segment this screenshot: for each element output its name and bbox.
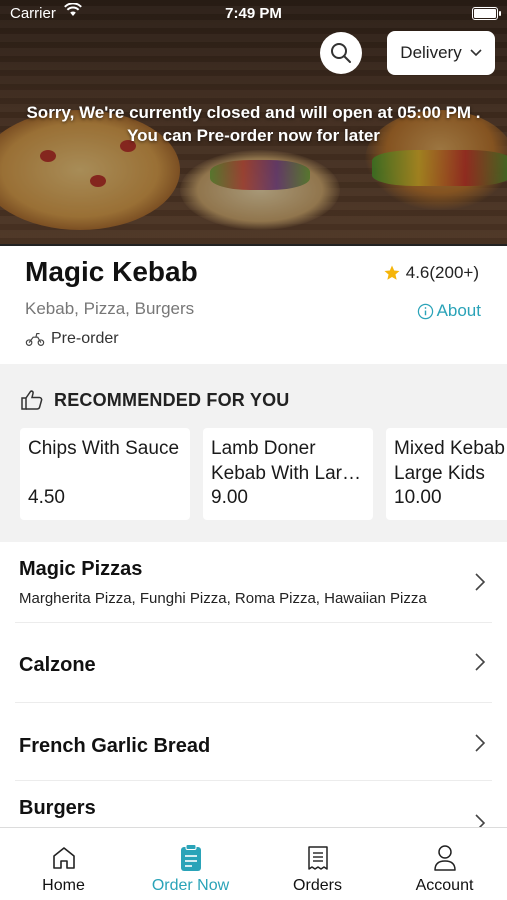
- hero-banner: Carrier 7:49 PM Delivery Sorry, We're cu…: [0, 0, 507, 246]
- thumbs-up-icon: [21, 390, 43, 410]
- category-row-burgers[interactable]: Burgers: [0, 781, 507, 828]
- tab-home[interactable]: Home: [0, 828, 127, 900]
- order-icon: [180, 844, 201, 871]
- category-name: Magic Pizzas: [19, 558, 143, 580]
- recommended-item[interactable]: Lamb Doner Kebab With Large Kebab Naan 9…: [203, 428, 373, 520]
- category-name: Calzone: [19, 654, 96, 676]
- tab-label: Home: [42, 877, 85, 894]
- tab-order-now[interactable]: Order Now: [127, 828, 254, 900]
- category-row-french-garlic-bread[interactable]: French Garlic Bread: [0, 703, 507, 781]
- category-row-calzone[interactable]: Calzone: [0, 623, 507, 703]
- recommended-section: RECOMMENDED FOR YOU Chips With Sauce 4.5…: [0, 364, 507, 542]
- delivery-mode-label: Delivery: [400, 43, 462, 62]
- bottom-tab-bar: Home Order Now Orders Account: [0, 827, 507, 900]
- scooter-icon: [25, 332, 45, 346]
- tab-label: Account: [415, 877, 474, 894]
- chevron-right-icon: [475, 653, 486, 671]
- tab-orders[interactable]: Orders: [254, 828, 381, 900]
- closed-message-line1: Sorry, We're currently closed and will o…: [26, 103, 481, 122]
- info-icon: [417, 303, 433, 319]
- recommended-heading-text: RECOMMENDED FOR YOU: [54, 389, 290, 410]
- tab-account[interactable]: Account: [381, 828, 507, 900]
- recommended-item-title: Lamb Doner Kebab With Large Kebab Naan: [211, 438, 364, 484]
- preorder-badge: Pre-order: [25, 330, 119, 348]
- star-icon: [384, 265, 400, 280]
- rating: 4.6(200+): [383, 263, 479, 283]
- about-link[interactable]: About: [417, 301, 481, 321]
- chevron-down-icon: [470, 49, 482, 57]
- recommended-item-title: Chips With Sauce: [28, 438, 180, 459]
- chevron-right-icon: [475, 814, 486, 828]
- recommended-item[interactable]: Chips With Sauce 4.50: [20, 428, 190, 520]
- recommended-item-price: 10.00: [394, 487, 442, 508]
- recommended-item[interactable]: Mixed Kebab On Large Kids 10.00: [386, 428, 507, 520]
- recommended-item-price: 9.00: [211, 487, 248, 508]
- receipt-icon: [307, 846, 328, 870]
- person-icon: [433, 845, 456, 871]
- recommended-carousel[interactable]: Chips With Sauce 4.50 Lamb Doner Kebab W…: [20, 428, 507, 520]
- home-icon: [52, 847, 75, 869]
- recommended-item-price: 4.50: [28, 487, 65, 508]
- category-description: Margherita Pizza, Funghi Pizza, Roma Piz…: [19, 590, 427, 607]
- preorder-label: Pre-order: [51, 330, 119, 347]
- search-button[interactable]: [320, 32, 362, 74]
- recommended-heading: RECOMMENDED FOR YOU: [20, 389, 289, 411]
- category-row-magic-pizzas[interactable]: Magic Pizzas Margherita Pizza, Funghi Pi…: [0, 542, 507, 622]
- battery-icon: [472, 7, 501, 20]
- closed-message: Sorry, We're currently closed and will o…: [0, 101, 507, 147]
- status-bar: Carrier 7:49 PM: [0, 0, 507, 28]
- closed-message-line2: You can Pre-order now for later: [127, 126, 380, 145]
- rating-value: 4.6(200+): [405, 263, 479, 282]
- restaurant-info: Magic Kebab 4.6(200+) Kebab, Pizza, Burg…: [0, 246, 507, 364]
- chevron-right-icon: [475, 734, 486, 752]
- tab-label: Orders: [293, 877, 342, 894]
- delivery-mode-dropdown[interactable]: Delivery: [387, 31, 495, 75]
- clock: 7:49 PM: [225, 5, 282, 22]
- about-label: About: [436, 301, 481, 320]
- chevron-right-icon: [475, 573, 486, 591]
- restaurant-name: Magic Kebab: [25, 256, 198, 287]
- category-name: French Garlic Bread: [19, 735, 211, 757]
- tab-label: Order Now: [151, 877, 230, 894]
- category-list: Magic Pizzas Margherita Pizza, Funghi Pi…: [0, 542, 507, 828]
- category-name: Burgers: [19, 797, 96, 819]
- search-icon: [331, 43, 351, 63]
- cuisine-list: Kebab, Pizza, Burgers: [25, 299, 195, 318]
- recommended-item-title: Mixed Kebab On Large Kids: [394, 438, 507, 484]
